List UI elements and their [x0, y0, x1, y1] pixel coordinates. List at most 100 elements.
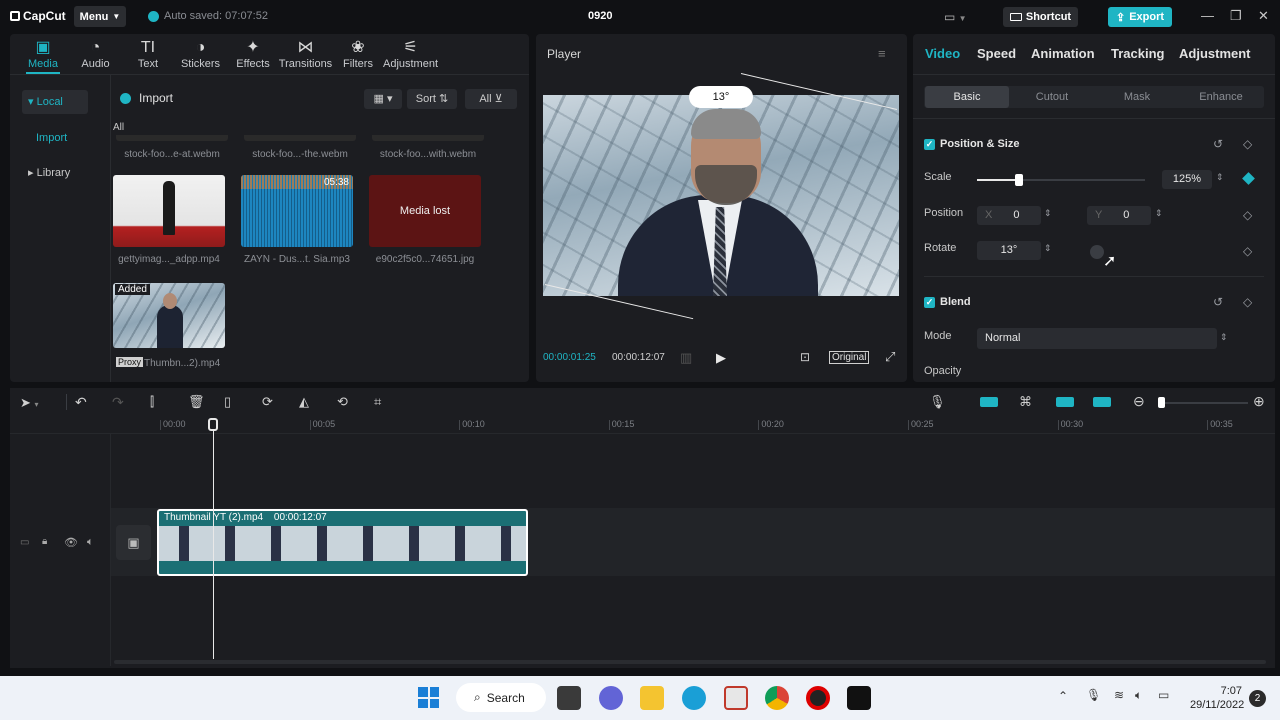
crop-icon[interactable]: ⌗: [374, 394, 381, 410]
keyframe-icon[interactable]: ◇: [1243, 137, 1252, 151]
zoom-slider-track[interactable]: [1160, 402, 1248, 404]
subtab-enhance[interactable]: Enhance: [1179, 86, 1263, 108]
lock-icon[interactable]: 🔒︎: [42, 536, 47, 547]
notification-badge[interactable]: 2: [1249, 690, 1266, 707]
stepper-icon[interactable]: ⇕: [1044, 208, 1052, 219]
subtab-mask[interactable]: Mask: [1095, 86, 1179, 108]
tool-filters[interactable]: ❀ Filters: [330, 38, 386, 70]
snipping-tool-icon[interactable]: [724, 686, 748, 710]
windows-start-icon[interactable]: [418, 687, 439, 708]
scale-input[interactable]: 125%: [1162, 170, 1212, 189]
battery-icon[interactable]: ▭: [1158, 688, 1169, 702]
media-thumbnail[interactable]: [113, 175, 225, 247]
rotate-icon[interactable]: ⟲: [337, 394, 348, 410]
playhead-line[interactable]: [213, 427, 214, 659]
hamburger-icon[interactable]: ≡: [878, 46, 886, 61]
keyframe-icon[interactable]: ◇: [1243, 295, 1252, 309]
rotate-input[interactable]: 13°: [977, 241, 1041, 260]
edge-icon[interactable]: [682, 686, 706, 710]
eye-icon[interactable]: 👁︎: [64, 536, 78, 549]
sidebar-item-local[interactable]: ▾ Local: [22, 90, 88, 114]
reset-icon[interactable]: ↺: [1213, 137, 1223, 151]
tab-video[interactable]: Video: [925, 46, 960, 61]
position-x-input[interactable]: X 0: [977, 206, 1041, 225]
undo-icon[interactable]: ↶: [75, 394, 87, 411]
wifi-icon[interactable]: ≋: [1114, 688, 1124, 702]
keyframe-icon[interactable]: ◇: [1243, 208, 1252, 222]
stepper-icon[interactable]: ⇕: [1155, 208, 1163, 219]
layout-icon[interactable]: ▭ ▼: [944, 10, 967, 24]
position-size-section[interactable]: ✓ Position & Size: [924, 138, 1019, 150]
keyframe-icon[interactable]: ◇: [1243, 244, 1252, 258]
import-button[interactable]: Import: [120, 91, 173, 105]
split-icon[interactable]: ⫿: [150, 394, 154, 410]
checkbox-checked-icon[interactable]: ✓: [924, 296, 935, 308]
stepper-icon[interactable]: ⇕: [1216, 172, 1224, 183]
shortcut-button[interactable]: Shortcut: [1003, 7, 1078, 27]
stepper-icon[interactable]: ⇕: [1044, 243, 1052, 254]
volume-icon[interactable]: 🔈︎: [87, 536, 94, 549]
playhead-handle[interactable]: [208, 418, 218, 431]
blend-section[interactable]: ✓ Blend: [924, 296, 971, 308]
tab-speed[interactable]: Speed: [977, 46, 1016, 61]
mirror-icon[interactable]: ◭: [299, 394, 309, 410]
rotate-dial[interactable]: [1090, 245, 1104, 259]
reverse-icon[interactable]: ⟳: [262, 394, 273, 410]
freeze-icon[interactable]: ▯: [224, 394, 231, 410]
tool-effects[interactable]: ✦ Effects: [225, 38, 281, 70]
checkbox-checked-icon[interactable]: ✓: [924, 138, 935, 150]
sort-button[interactable]: Sort ⇅: [407, 89, 457, 109]
tool-text[interactable]: TI Text: [120, 38, 176, 70]
auto-snap-icon[interactable]: [1093, 397, 1111, 407]
microphone-icon[interactable]: 🎙︎: [929, 394, 946, 410]
original-ratio-button[interactable]: Original: [829, 351, 870, 364]
play-icon[interactable]: ▶: [716, 350, 726, 366]
media-lost-thumbnail[interactable]: Media lost: [369, 175, 481, 247]
export-button[interactable]: ⇪ Export: [1108, 7, 1172, 27]
media-thumbnail[interactable]: [372, 135, 484, 141]
timeline-grid-icon[interactable]: ▥: [680, 350, 692, 366]
media-thumbnail[interactable]: Added: [113, 283, 225, 348]
tool-adjustment[interactable]: ⚟ Adjustment: [383, 38, 439, 70]
video-preview[interactable]: [543, 95, 899, 296]
fit-screen-icon[interactable]: ⊡: [800, 350, 810, 364]
audio-thumbnail[interactable]: 05:38: [241, 175, 353, 247]
subtab-cutout[interactable]: Cutout: [1010, 86, 1094, 108]
cover-button[interactable]: ▣: [116, 525, 151, 560]
subtab-basic[interactable]: Basic: [925, 86, 1009, 108]
zoom-out-icon[interactable]: ⊖: [1133, 393, 1145, 410]
microphone-tray-icon[interactable]: 🎙︎: [1086, 688, 1101, 702]
tool-media[interactable]: ▣ Media: [15, 38, 71, 70]
sidebar-item-import[interactable]: Import: [22, 126, 88, 150]
tab-animation[interactable]: Animation: [1031, 46, 1095, 61]
close-icon[interactable]: ✕: [1258, 8, 1269, 24]
tool-audio[interactable]: ◔ Audio: [68, 38, 124, 70]
keyframe-active-icon[interactable]: [1242, 172, 1255, 185]
reset-icon[interactable]: ↺: [1213, 295, 1223, 309]
tab-adjustment[interactable]: Adjustment: [1179, 46, 1251, 61]
position-y-input[interactable]: Y 0: [1087, 206, 1151, 225]
taskbar-search[interactable]: ⌕ Search: [456, 683, 546, 712]
scale-slider-handle[interactable]: [1015, 174, 1023, 186]
stepper-icon[interactable]: ⇕: [1220, 332, 1228, 343]
filter-button[interactable]: All ⊻: [465, 89, 517, 109]
redo-icon[interactable]: ↷: [112, 394, 124, 411]
chevron-up-icon[interactable]: ⌃: [1058, 689, 1068, 703]
restore-icon[interactable]: ❐: [1230, 8, 1242, 24]
tool-stickers[interactable]: ◑ Stickers: [173, 38, 229, 70]
scale-slider-track[interactable]: [977, 179, 1145, 181]
select-cursor-icon[interactable]: ➤ ▾: [20, 395, 39, 411]
clock[interactable]: 7:07 29/11/2022: [1190, 684, 1244, 712]
media-thumbnail[interactable]: [116, 135, 228, 141]
record-icon[interactable]: [806, 686, 830, 710]
file-explorer-icon[interactable]: [640, 686, 664, 710]
capcut-taskbar-icon[interactable]: [847, 686, 871, 710]
magnet-icon[interactable]: [980, 397, 998, 407]
preview-axis-icon[interactable]: [1056, 397, 1074, 407]
media-thumbnail[interactable]: [244, 135, 356, 141]
track-cover-icon[interactable]: ▭: [20, 537, 29, 548]
linkage-icon[interactable]: ⌘: [1019, 394, 1032, 410]
speaker-icon[interactable]: 🔈︎: [1135, 688, 1142, 703]
task-view-icon[interactable]: [557, 686, 581, 710]
tool-transitions[interactable]: ⋈ Transitions: [278, 38, 334, 70]
